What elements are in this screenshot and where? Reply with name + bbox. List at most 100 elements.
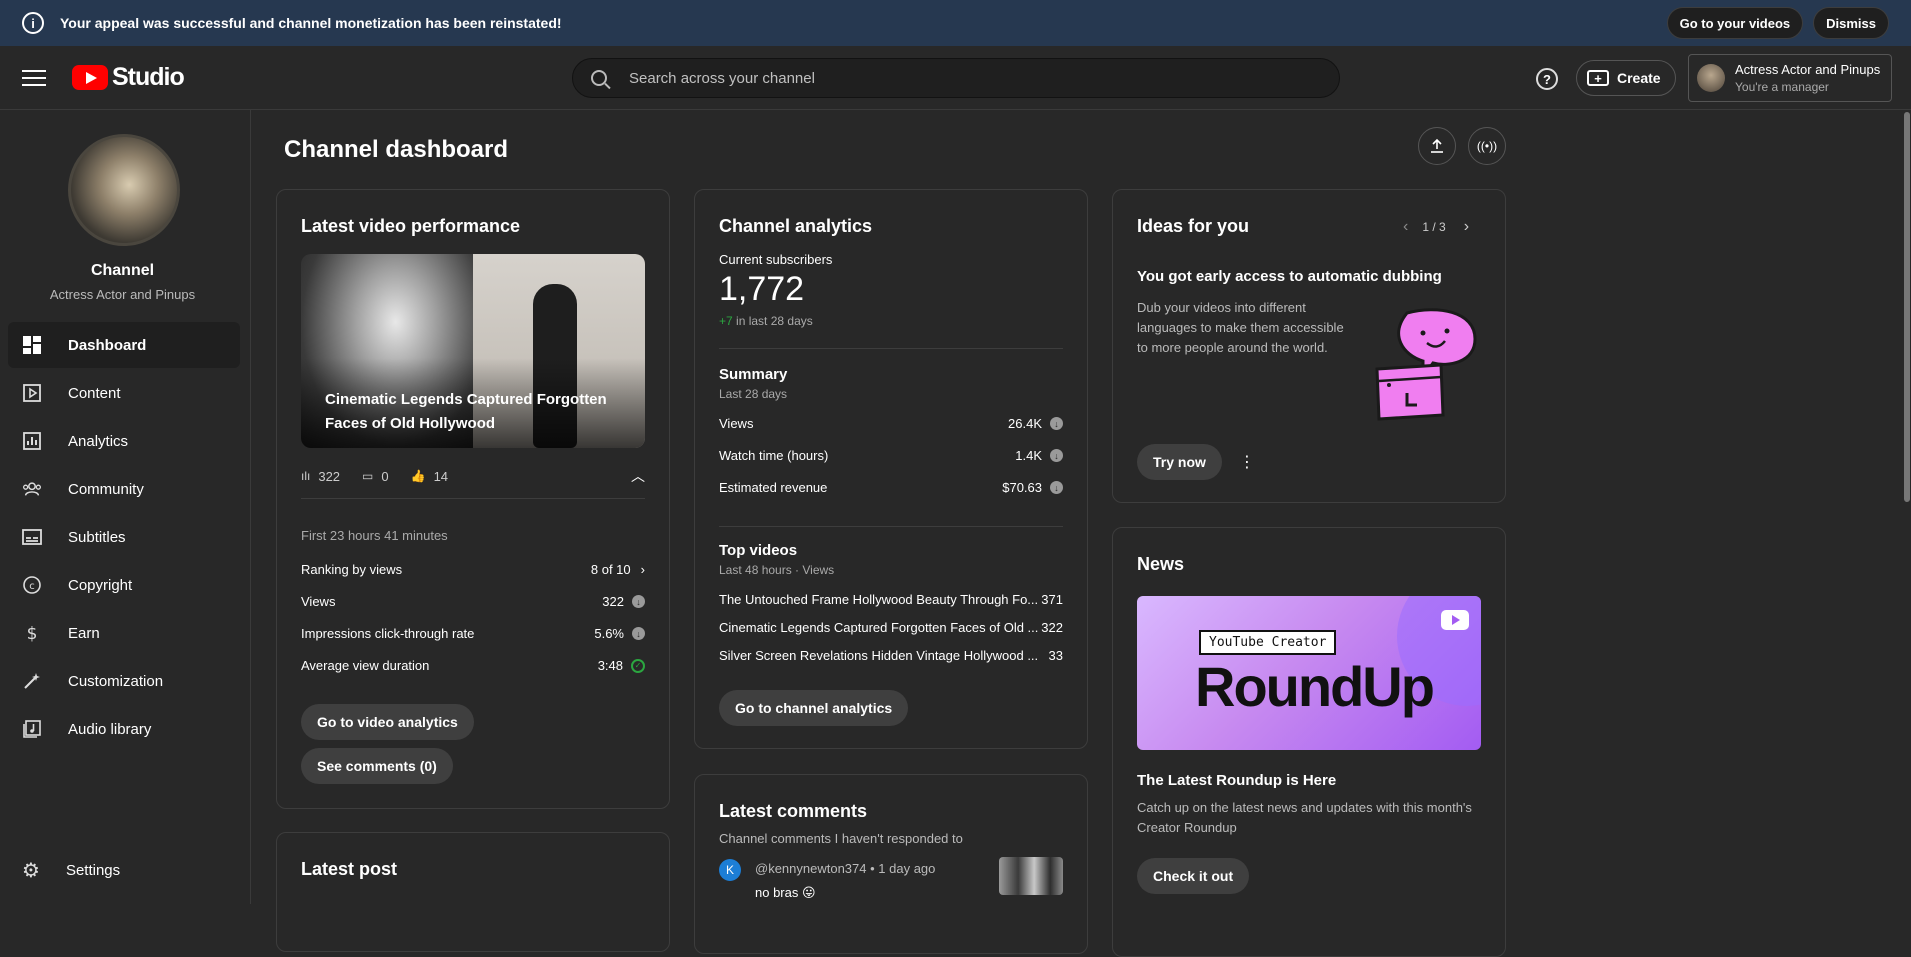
chevron-right-icon: › [640, 562, 645, 577]
sidebar-item-label: Earn [68, 624, 100, 642]
channel-label: Channel [90, 262, 155, 279]
check-it-out-button[interactable]: Check it out [1137, 858, 1250, 894]
youtube-logo-icon [72, 65, 108, 90]
latest-post-card: Latest post [276, 832, 670, 952]
top-video-row[interactable]: Cinematic Legends Captured Forgotten Fac… [719, 620, 1063, 635]
video-title: Cinematic Legends Captured Forgotten Fac… [325, 391, 607, 432]
ranking-row[interactable]: Ranking by views 8 of 10 › [301, 562, 645, 577]
top-video-row[interactable]: Silver Screen Revelations Hidden Vintage… [719, 648, 1063, 663]
news-banner-image[interactable]: YouTube Creator RoundUp [1137, 596, 1481, 750]
ctr-row: Impressions click-through rate 5.6% ↓ [301, 626, 645, 641]
comment-author[interactable]: @kennynewton374 [755, 861, 867, 876]
banner-big-text: RoundUp [1195, 655, 1435, 718]
top-videos-period: Last 48 hours · Views [719, 563, 835, 577]
down-arrow-icon: ↓ [1050, 481, 1063, 494]
comment-icon: ▭ [362, 469, 374, 483]
down-arrow-icon: ↓ [1050, 449, 1063, 462]
channel-analytics-title: Channel analytics [719, 216, 873, 236]
search-input[interactable] [629, 69, 1229, 87]
main-content: Channel dashboard ((•)) Latest video per… [252, 110, 1911, 957]
settings-label: Settings [65, 862, 121, 879]
summary-period: Last 28 days [719, 387, 788, 401]
page-scrollbar[interactable] [1904, 112, 1910, 502]
news-card: News YouTube Creator RoundUp The Latest … [1112, 527, 1506, 957]
upload-icon [1431, 138, 1443, 153]
menu-icon[interactable] [22, 69, 46, 86]
row-label: Views [719, 416, 754, 431]
idea-headline: You got early access to automatic dubbin… [1137, 268, 1442, 285]
subs-change-value: +7 [719, 314, 733, 328]
sidebar-item-label: Customization [68, 672, 164, 690]
svg-text:c: c [29, 581, 35, 592]
top-videos-title: Top videos [719, 542, 798, 559]
latest-post-title: Latest post [301, 859, 398, 879]
sidebar-item-label: Content [68, 384, 121, 402]
search-bar[interactable] [572, 58, 1340, 98]
comment-video-thumbnail[interactable] [999, 857, 1063, 895]
sidebar-item-content[interactable]: Content [8, 370, 240, 416]
chevron-left-icon[interactable]: ‹ [1403, 218, 1408, 236]
news-headline: The Latest Roundup is Here [1137, 772, 1337, 789]
sidebar: Channel Actress Actor and Pinups Dashboa… [0, 110, 251, 904]
video-thumbnail[interactable]: Cinematic Legends Captured Forgotten Fac… [301, 254, 645, 448]
go-live-button[interactable]: ((•)) [1468, 127, 1506, 165]
go-to-video-analytics-button[interactable]: Go to video analytics [301, 704, 474, 740]
down-arrow-icon: ↓ [1050, 417, 1063, 430]
pager-text: 1 / 3 [1422, 220, 1446, 234]
sidebar-item-analytics[interactable]: Analytics [8, 418, 240, 464]
sidebar-item-earn[interactable]: $ Earn [8, 610, 240, 656]
youtube-studio-logo[interactable]: Studio [72, 63, 185, 92]
subtitles-icon [22, 527, 42, 547]
summary-watchtime-row: Watch time (hours) 1.4K ↓ [719, 448, 1063, 463]
latest-video-title: Latest video performance [301, 216, 521, 236]
dismiss-button[interactable]: Dismiss [1813, 7, 1889, 39]
sidebar-item-copyright[interactable]: c Copyright [8, 562, 240, 608]
sidebar-item-subtitles[interactable]: Subtitles [8, 514, 240, 560]
go-to-videos-button[interactable]: Go to your videos [1666, 7, 1804, 39]
sidebar-item-label: Analytics [68, 432, 129, 450]
row-label: Impressions click-through rate [301, 626, 475, 641]
sidebar-item-dashboard[interactable]: Dashboard [8, 322, 240, 368]
go-to-channel-analytics-button[interactable]: Go to channel analytics [719, 690, 909, 726]
try-now-button[interactable]: Try now [1137, 444, 1222, 480]
sidebar-item-label: Community [68, 480, 144, 498]
gear-icon: ⚙ [22, 860, 40, 882]
row-label: Views [301, 594, 336, 609]
create-button[interactable]: + Create [1576, 60, 1676, 96]
upload-button[interactable] [1418, 127, 1456, 165]
chevron-right-icon[interactable]: › [1464, 218, 1469, 236]
sidebar-item-community[interactable]: Community [8, 466, 240, 512]
account-switcher[interactable]: Actress Actor and Pinups You're a manage… [1688, 54, 1892, 102]
row-value: $70.63 [1002, 480, 1042, 495]
see-comments-button[interactable]: See comments (0) [301, 748, 453, 784]
sidebar-item-settings[interactable]: ⚙ Settings [22, 858, 120, 883]
collapse-chevron-up-icon[interactable]: ︿ [631, 466, 645, 486]
row-value: 322 [602, 594, 624, 609]
sidebar-item-customization[interactable]: Customization [8, 658, 240, 704]
sidebar-item-label: Dashboard [68, 336, 147, 354]
channel-avatar[interactable] [68, 134, 180, 246]
views-count: 322 [318, 468, 341, 484]
top-video-views: 33 [1048, 648, 1063, 663]
top-video-views: 371 [1041, 592, 1063, 607]
latest-comments-subtitle: Channel comments I haven't responded to [719, 831, 963, 846]
idea-body: Dub your videos into different languages… [1137, 300, 1344, 355]
help-icon[interactable]: ? [1536, 68, 1558, 90]
commenter-avatar[interactable]: K [719, 859, 741, 881]
search-icon [591, 70, 607, 86]
ideas-card: Ideas for you ‹ 1 / 3 › You got early ac… [1112, 189, 1506, 503]
sidebar-item-audio-library[interactable]: Audio library [8, 706, 240, 752]
top-video-title: The Untouched Frame Hollywood Beauty Thr… [719, 592, 1039, 607]
views-row: Views 322 ↓ [301, 594, 645, 609]
account-role: You're a manager [1735, 80, 1829, 94]
dashboard-icon [22, 335, 42, 355]
top-video-row[interactable]: The Untouched Frame Hollywood Beauty Thr… [719, 592, 1063, 607]
divider [719, 526, 1063, 527]
news-title: News [1137, 554, 1185, 574]
latest-comments-title: Latest comments [719, 801, 868, 821]
more-options-icon[interactable]: ⋮ [1239, 452, 1255, 472]
ideas-title: Ideas for you [1137, 216, 1250, 236]
views-stat: ılı 322 [301, 469, 340, 484]
top-header: Studio ? + Create Actress Actor and Pinu… [0, 46, 1911, 110]
top-video-views: 322 [1041, 620, 1063, 635]
